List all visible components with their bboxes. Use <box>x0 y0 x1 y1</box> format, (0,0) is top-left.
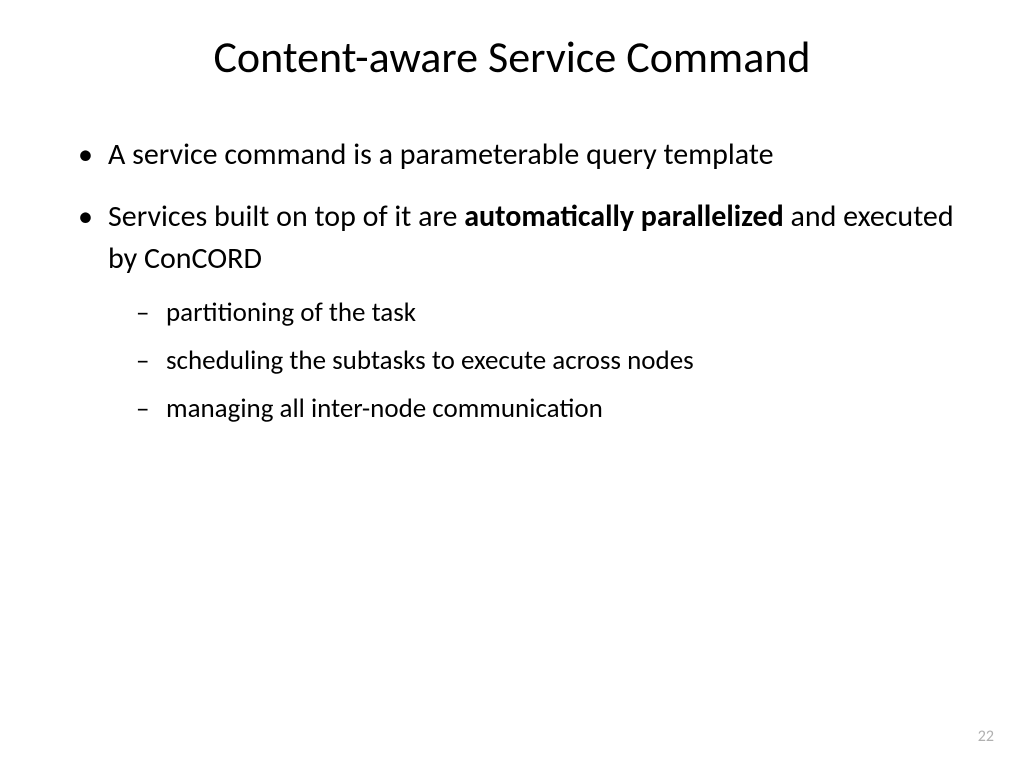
bullet-text-bold: automatically parallelized <box>464 198 783 235</box>
slide-title: Content-aware Service Command <box>70 30 954 84</box>
sub-bullet-text: scheduling the subtasks to execute acros… <box>166 344 694 377</box>
sub-bullet-item: managing all inter-node communication <box>108 390 954 428</box>
bullet-list-level2: partitioning of the task scheduling the … <box>108 294 954 427</box>
bullet-item: A service command is a parameterable que… <box>70 134 954 176</box>
bullet-text-pre: Services built on top of it are <box>108 198 464 235</box>
bullet-list-level1: A service command is a parameterable que… <box>70 134 954 427</box>
sub-bullet-item: scheduling the subtasks to execute acros… <box>108 342 954 380</box>
slide-container: Content-aware Service Command A service … <box>0 0 1024 768</box>
bullet-text: A service command is a parameterable que… <box>108 136 774 173</box>
page-number: 22 <box>978 727 994 746</box>
slide-content: A service command is a parameterable que… <box>70 134 954 427</box>
sub-bullet-item: partitioning of the task <box>108 294 954 332</box>
sub-bullet-text: partitioning of the task <box>166 296 416 329</box>
sub-bullet-text: managing all inter-node communication <box>166 392 603 425</box>
bullet-item: Services built on top of it are automati… <box>70 196 954 427</box>
